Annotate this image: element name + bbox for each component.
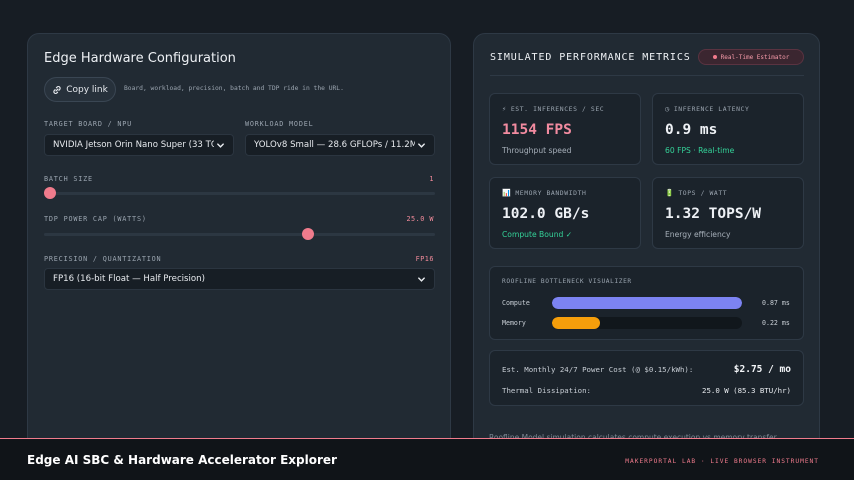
workload-label: WORKLOAD MODEL bbox=[245, 120, 314, 128]
thermal-value: 25.0 W (85.3 BTU/hr) bbox=[702, 386, 791, 395]
tdp-label: TDP POWER CAP (WATTS) bbox=[44, 215, 147, 223]
copy-link-hint: Board, workload, precision, batch and TD… bbox=[124, 85, 344, 92]
metric-sub: Energy efficiency bbox=[665, 230, 731, 239]
tdp-slider[interactable] bbox=[44, 228, 435, 240]
config-panel: Edge Hardware Configuration Copy link Bo… bbox=[27, 33, 451, 453]
link-icon bbox=[53, 85, 61, 94]
batch-size-label: BATCH SIZE bbox=[44, 175, 93, 183]
metric-value: 1154 FPS bbox=[502, 122, 572, 138]
precision-select-value: FP16 (16-bit Float — Half Precision) bbox=[53, 274, 205, 284]
thermal-label: Thermal Dissipation: bbox=[502, 386, 591, 395]
live-dot-icon bbox=[712, 55, 717, 59]
metric-card-latency: ◷ INFERENCE LATENCY 0.9 ms 60 FPS · Real-… bbox=[652, 93, 804, 165]
battery-icon: 🔋 bbox=[665, 189, 675, 197]
metrics-title: SIMULATED PERFORMANCE METRICS bbox=[490, 52, 691, 63]
precision-select[interactable]: FP16 (16-bit Float — Half Precision) bbox=[44, 268, 435, 290]
power-cost-value: $2.75 / mo bbox=[733, 364, 791, 375]
chart-icon: 📊 bbox=[502, 189, 512, 197]
metric-label: MEMORY BANDWIDTH bbox=[515, 189, 587, 197]
metric-sub: Compute Bound ✓ bbox=[502, 230, 573, 239]
metric-sub: 60 FPS · Real-time bbox=[665, 146, 735, 155]
app-footer-bar: Edge AI SBC & Hardware Accelerator Explo… bbox=[0, 438, 854, 480]
lightning-icon: ⚡ bbox=[502, 105, 507, 113]
precision-value: FP16 bbox=[415, 255, 434, 263]
clock-icon: ◷ bbox=[665, 105, 670, 113]
status-badge-label: Real-Time Estimator bbox=[720, 53, 790, 61]
metric-value: 0.9 ms bbox=[665, 122, 718, 138]
batch-size-slider[interactable] bbox=[44, 187, 435, 199]
tdp-slider-thumb[interactable] bbox=[301, 228, 314, 240]
compute-bar-label: Compute bbox=[502, 299, 530, 307]
metric-label: INFERENCE LATENCY bbox=[673, 105, 750, 113]
metric-value: 102.0 GB/s bbox=[502, 206, 590, 222]
batch-size-slider-thumb[interactable] bbox=[44, 187, 56, 199]
app-title: Edge AI SBC & Hardware Accelerator Explo… bbox=[27, 453, 337, 467]
roofline-title: ROOFLINE BOTTLENECK VISUALIZER bbox=[502, 278, 632, 285]
compute-bar-track bbox=[552, 297, 742, 309]
config-panel-title: Edge Hardware Configuration bbox=[44, 51, 236, 66]
copy-link-label: Copy link bbox=[66, 84, 108, 95]
status-badge: Real-Time Estimator bbox=[698, 49, 804, 65]
metric-value: 1.32 TOPS/W bbox=[665, 206, 762, 222]
metrics-divider bbox=[490, 75, 804, 76]
metric-card-efficiency: 🔋 TOPS / WATT 1.32 TOPS/W Energy efficien… bbox=[652, 177, 804, 249]
metric-card-throughput: ⚡ EST. INFERENCES / SEC 1154 FPS Throughp… bbox=[489, 93, 641, 165]
memory-bar-fill bbox=[552, 317, 600, 329]
memory-bar-value: 0.22 ms bbox=[762, 319, 790, 327]
memory-bar-label: Memory bbox=[502, 319, 526, 327]
workload-select[interactable]: YOLOv8 Small — 28.6 GFLOPs / 11.2M param… bbox=[245, 134, 435, 156]
metric-label: TOPS / WATT bbox=[678, 189, 728, 197]
power-cost-label: Est. Monthly 24/7 Power Cost (@ $0.15/kW… bbox=[502, 365, 694, 374]
compute-bar-fill bbox=[552, 297, 742, 309]
precision-label: PRECISION / QUANTIZATION bbox=[44, 255, 162, 263]
batch-size-value: 1 bbox=[429, 175, 434, 183]
roofline-visualizer: ROOFLINE BOTTLENECK VISUALIZER Compute 0… bbox=[489, 266, 804, 340]
app-subtitle: MAKERPORTAL LAB · LIVE BROWSER INSTRUMEN… bbox=[625, 458, 819, 465]
cost-summary: Est. Monthly 24/7 Power Cost (@ $0.15/kW… bbox=[489, 350, 804, 406]
board-select-value: NVIDIA Jetson Orin Nano Super (33 TOPS) bbox=[53, 140, 214, 150]
metric-label: EST. INFERENCES / SEC bbox=[510, 105, 605, 113]
metric-sub: Throughput speed bbox=[502, 146, 572, 155]
tdp-value: 25.0 W bbox=[406, 215, 434, 223]
chevron-down-icon bbox=[217, 142, 224, 148]
copy-link-button[interactable]: Copy link bbox=[44, 77, 116, 102]
chevron-down-icon bbox=[418, 142, 425, 148]
memory-bar-track bbox=[552, 317, 742, 329]
compute-bar-value: 0.87 ms bbox=[762, 299, 790, 307]
board-label: TARGET BOARD / NPU bbox=[44, 120, 133, 128]
chevron-down-icon bbox=[418, 276, 425, 282]
workload-select-value: YOLOv8 Small — 28.6 GFLOPs / 11.2M param… bbox=[254, 140, 415, 150]
metric-card-bandwidth: 📊 MEMORY BANDWIDTH 102.0 GB/s Compute Bou… bbox=[489, 177, 641, 249]
metrics-panel: SIMULATED PERFORMANCE METRICS Real-Time … bbox=[473, 33, 820, 453]
board-select[interactable]: NVIDIA Jetson Orin Nano Super (33 TOPS) bbox=[44, 134, 234, 156]
